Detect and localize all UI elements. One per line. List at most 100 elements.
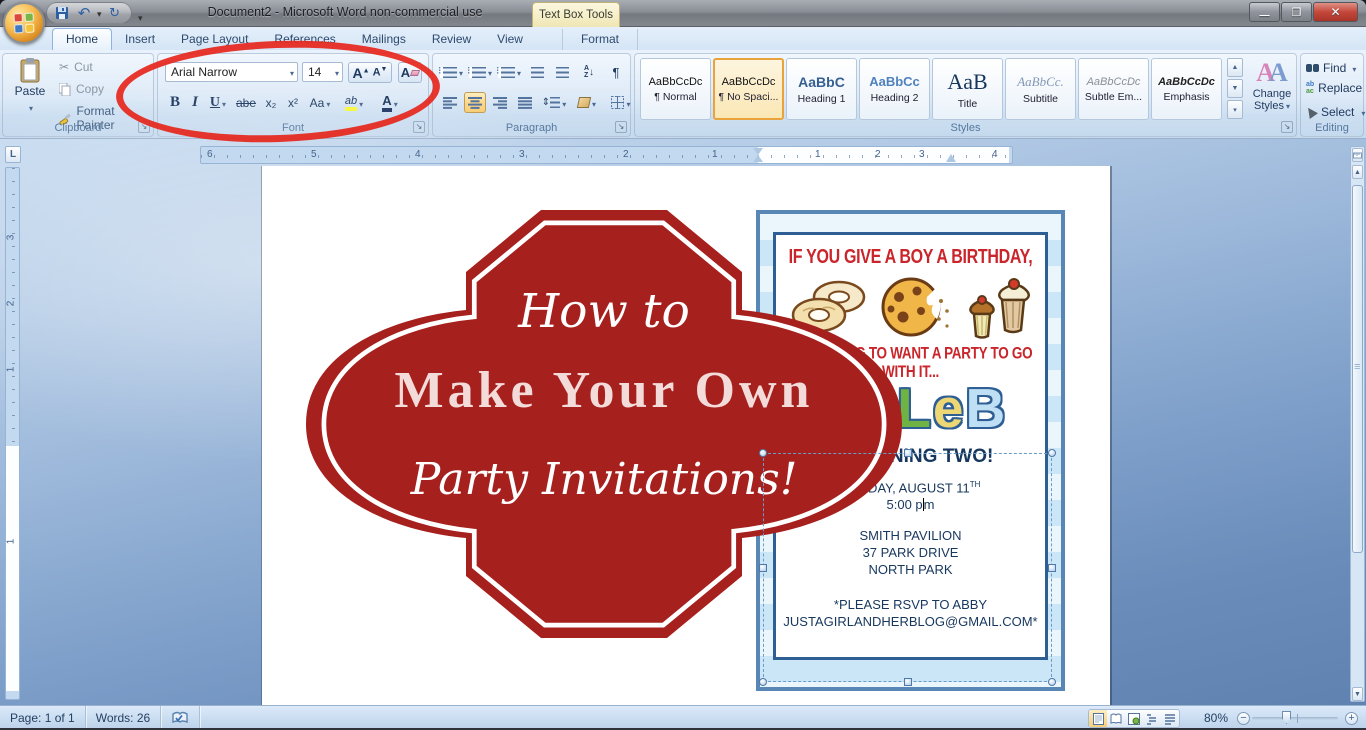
page-indicator[interactable]: Page: 1 of 1 <box>0 706 86 730</box>
vertical-scrollbar[interactable]: ▲ ▼ <box>1350 146 1365 702</box>
close-button[interactable] <box>1313 2 1358 22</box>
selection-handle-mid-right[interactable] <box>1048 564 1056 572</box>
horizontal-ruler[interactable]: 6 5 4 3 2 1 1 2 3 4 <box>200 146 1013 164</box>
selection-handle-top-right[interactable] <box>1048 449 1056 457</box>
tab-review[interactable]: Review <box>419 29 484 50</box>
tab-insert[interactable]: Insert <box>112 29 168 50</box>
select-button[interactable]: Select <box>1306 103 1365 121</box>
vertical-ruler[interactable]: 3 2 1 1 <box>5 167 20 700</box>
name-letter: B <box>965 377 1007 439</box>
contextual-tab-group-header: Text Box Tools <box>532 2 620 27</box>
style-subtle-emphasis[interactable]: AaBbCcDcSubtle Em... <box>1078 58 1149 120</box>
save-icon[interactable] <box>53 4 71 22</box>
zoom-level[interactable]: 80% <box>1204 711 1228 725</box>
scrollbar-thumb[interactable] <box>1352 185 1363 553</box>
customize-qat-icon[interactable] <box>138 8 143 26</box>
name-letter: e <box>933 377 966 439</box>
cursor-arrow-icon <box>1304 105 1318 119</box>
paragraph-dialog-launcher[interactable] <box>615 121 627 133</box>
style-heading-2[interactable]: AaBbCcHeading 2 <box>859 58 930 120</box>
selection-handle-bottom-left[interactable] <box>759 678 767 686</box>
draft-view-button[interactable] <box>1161 710 1179 727</box>
style-normal[interactable]: AaBbCcDc¶ Normal <box>640 58 711 120</box>
paste-icon <box>19 58 41 84</box>
borders-dropdown-icon <box>624 94 630 112</box>
multilevel-list-icon <box>499 67 515 78</box>
sort-button[interactable]: AZ ↓ <box>576 62 602 82</box>
styles-more-button[interactable]: ▾ <box>1227 100 1243 119</box>
window-title: Document2 - Microsoft Word non-commercia… <box>205 5 485 19</box>
redo-button[interactable] <box>106 4 124 22</box>
document-area: How to Make Your Own Party Invitations! … <box>0 139 1366 705</box>
ribbon-tab-strip: Home Insert Page Layout References Maili… <box>0 27 1366 50</box>
tab-format[interactable]: Format <box>562 29 638 50</box>
increase-indent-button[interactable] <box>551 62 573 82</box>
outline-view-button[interactable] <box>1143 710 1161 727</box>
style-subtitle[interactable]: AaBbCc.Subtitle <box>1005 58 1076 120</box>
zoom-slider-handle[interactable] <box>1282 711 1291 724</box>
office-button[interactable] <box>3 2 45 44</box>
undo-dropdown-icon[interactable] <box>97 4 102 22</box>
full-screen-reading-view-button[interactable] <box>1107 710 1125 727</box>
show-hide-pilcrow-button[interactable]: ¶ <box>605 62 627 82</box>
tab-stop-selector[interactable] <box>5 146 21 163</box>
increase-indent-icon <box>556 67 569 78</box>
indent-marker[interactable] <box>753 148 763 155</box>
change-styles-icon: AA <box>1249 58 1295 88</box>
minimize-button[interactable] <box>1249 2 1280 22</box>
editing-group: Find abac Replace Select Editing <box>1300 53 1364 137</box>
styles-scroll-up[interactable]: ▲ <box>1227 58 1243 77</box>
web-layout-view-button[interactable] <box>1125 710 1143 727</box>
styles-scroll-down[interactable]: ▼ <box>1227 79 1243 98</box>
style-title[interactable]: AaBTitle <box>932 58 1003 120</box>
document-page[interactable]: How to Make Your Own Party Invitations! … <box>262 166 1110 705</box>
styles-dialog-launcher[interactable] <box>1281 121 1293 133</box>
print-layout-view-button[interactable] <box>1089 710 1107 727</box>
restore-button[interactable] <box>1281 2 1312 22</box>
selection-handle-bottom-right[interactable] <box>1048 678 1056 686</box>
style-heading-1[interactable]: AaBbCHeading 1 <box>786 58 857 120</box>
style-no-spacing[interactable]: AaBbCcDc¶ No Spaci... <box>713 58 784 120</box>
scroll-down-button[interactable]: ▼ <box>1352 687 1363 701</box>
cupcakes-clipart <box>962 272 1032 342</box>
tab-home[interactable]: Home <box>52 28 112 50</box>
zoom-in-button[interactable]: + <box>1345 712 1358 725</box>
multilevel-dropdown-icon <box>515 63 521 81</box>
borders-button[interactable] <box>605 92 637 113</box>
replace-button[interactable]: abac Replace <box>1306 81 1362 95</box>
badge-line-2: Make Your Own <box>304 361 904 420</box>
multilevel-list-button[interactable] <box>497 62 523 82</box>
right-indent-marker[interactable] <box>946 154 956 162</box>
cut-button[interactable]: ✂ Cut <box>59 60 93 74</box>
replace-icon: abac <box>1306 81 1314 95</box>
quick-access-toolbar <box>46 2 132 24</box>
style-emphasis[interactable]: AaBbCcDcEmphasis <box>1151 58 1222 120</box>
find-button[interactable]: Find <box>1306 59 1356 77</box>
shading-icon <box>577 97 591 108</box>
borders-icon <box>611 96 624 109</box>
binoculars-icon <box>1306 64 1319 72</box>
word-window: Document2 - Microsoft Word non-commercia… <box>0 0 1366 730</box>
word-count[interactable]: Words: 26 <box>86 706 161 730</box>
selection-handle-top-left[interactable] <box>759 449 767 457</box>
shading-button[interactable] <box>572 92 602 113</box>
selection-handle-bottom-center[interactable] <box>904 678 912 686</box>
decrease-indent-button[interactable] <box>526 62 548 82</box>
numbering-icon <box>470 67 486 78</box>
sort-arrow-icon: ↓ <box>589 67 594 78</box>
selection-handle-mid-left[interactable] <box>759 564 767 572</box>
selection-handle-top-center[interactable] <box>904 449 912 457</box>
proofing-status[interactable] <box>161 706 200 730</box>
textbox-selection[interactable] <box>763 453 1052 682</box>
status-bar: Page: 1 of 1 Words: 26 80% − + <box>0 705 1366 730</box>
numbering-button[interactable] <box>468 62 494 82</box>
tab-view[interactable]: View <box>484 29 536 50</box>
view-buttons <box>1088 709 1180 728</box>
change-styles-button[interactable]: AA ChangeStyles <box>1249 58 1295 113</box>
zoom-slider-track[interactable] <box>1252 717 1338 720</box>
zoom-out-button[interactable]: − <box>1237 712 1250 725</box>
find-dropdown-icon <box>1350 59 1356 77</box>
undo-button[interactable] <box>75 4 93 22</box>
scroll-up-button[interactable]: ▲ <box>1352 165 1363 179</box>
ruler-toggle-button[interactable] <box>1352 148 1363 162</box>
